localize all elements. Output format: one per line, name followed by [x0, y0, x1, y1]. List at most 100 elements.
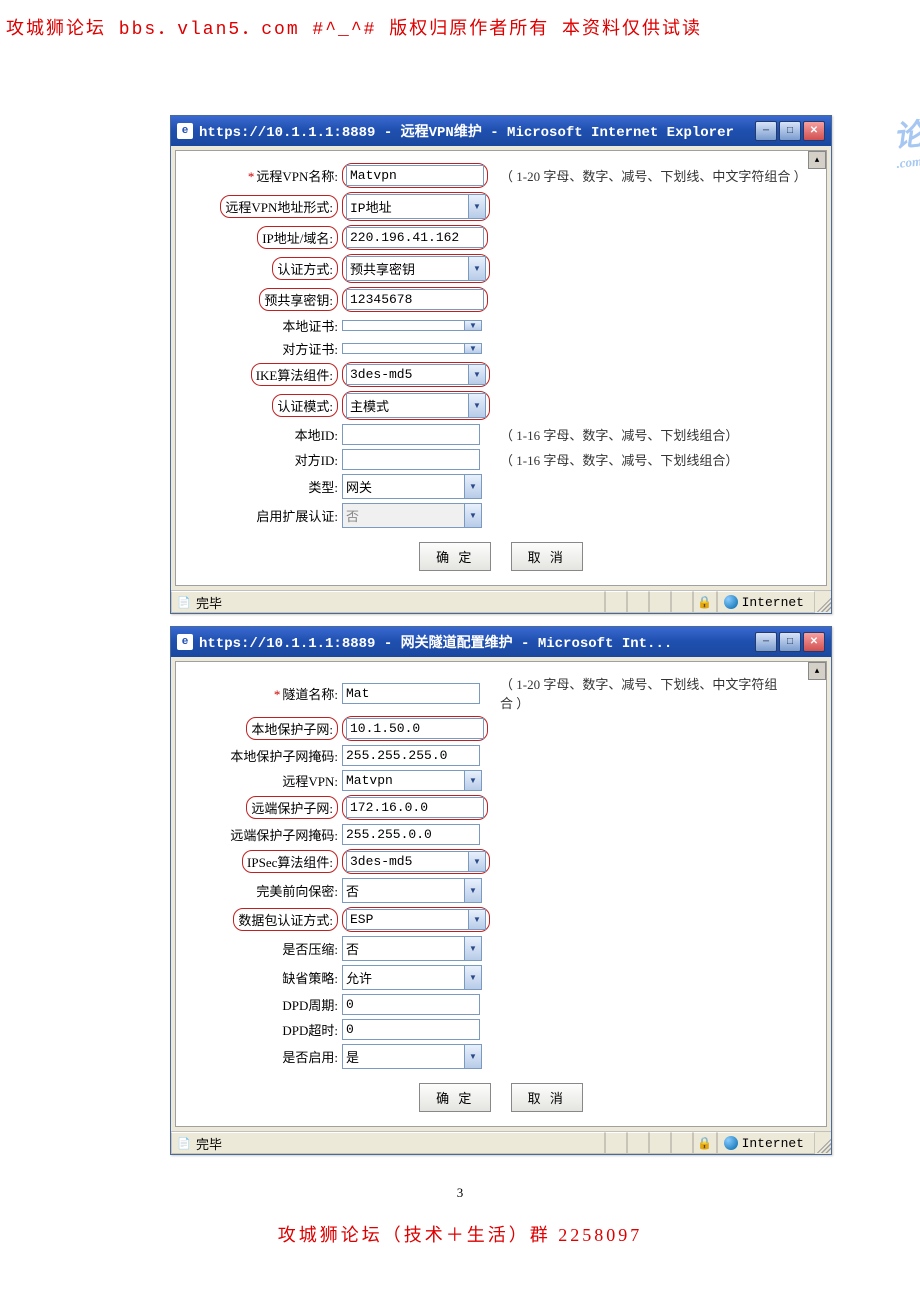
label-ip-domain: IP地址/域名:	[257, 226, 338, 249]
chevron-down-icon: ▼	[464, 966, 481, 989]
titlebar[interactable]: e https://10.1.1.1:8889 - 远程VPN维护 - Micr…	[171, 116, 831, 146]
input-dpd-timeout[interactable]	[342, 1019, 480, 1040]
select-type[interactable]: 网关▼	[342, 474, 482, 499]
chevron-down-icon: ▼	[464, 879, 481, 902]
page-icon: 📄	[176, 1135, 192, 1151]
label-peer-cert: 对方证书:	[282, 342, 338, 357]
statusbar-cell	[671, 591, 693, 613]
select-addr-type[interactable]: IP地址▼	[346, 194, 486, 219]
chevron-down-icon: ▼	[464, 504, 481, 527]
label-dpd-timeout: DPD超时:	[282, 1023, 338, 1038]
cancel-button[interactable]: 取 消	[511, 1083, 583, 1112]
label-auth-mode: 认证模式:	[272, 394, 338, 417]
hint-local-id: （ 1-16 字母、数字、减号、下划线组合）	[500, 428, 738, 443]
window-tunnel-config: e https://10.1.1.1:8889 - 网关隧道配置维护 - Mic…	[170, 626, 832, 1155]
chevron-down-icon: ▼	[468, 195, 485, 218]
content-area: ▴ *远程VPN名称: （ 1-20 字母、数字、减号、下划线、中文字符组合 ）…	[175, 150, 827, 586]
label-local-mask: 本地保护子网掩码:	[230, 749, 338, 764]
input-dpd-period[interactable]	[342, 994, 480, 1015]
select-peer-cert[interactable]: ▼	[342, 343, 482, 354]
statusbar-cell	[605, 591, 627, 613]
chevron-down-icon: ▼	[468, 910, 485, 929]
lock-icon: 🔒	[693, 591, 717, 613]
chevron-down-icon: ▼	[464, 475, 481, 498]
label-ike: IKE算法组件:	[251, 363, 338, 386]
label-type: 类型:	[308, 480, 338, 495]
label-compress: 是否压缩:	[282, 942, 338, 957]
ie-icon: e	[177, 123, 193, 139]
input-remote-subnet[interactable]	[346, 797, 484, 818]
statusbar-cell	[649, 1132, 671, 1154]
label-tunnel-name: 隧道名称:	[282, 687, 338, 702]
input-local-subnet[interactable]	[346, 718, 484, 739]
select-default-policy[interactable]: 允许▼	[342, 965, 482, 990]
label-local-id: 本地ID:	[295, 428, 338, 443]
security-zone: Internet	[717, 591, 815, 613]
page-number: 3	[0, 1185, 920, 1201]
input-peer-id[interactable]	[342, 449, 480, 470]
resize-grip-icon[interactable]	[815, 592, 831, 612]
select-enabled[interactable]: 是▼	[342, 1044, 482, 1069]
chevron-down-icon: ▼	[468, 365, 485, 384]
minimize-button[interactable]: ─	[755, 121, 777, 141]
input-local-mask[interactable]	[342, 745, 480, 766]
maximize-button[interactable]: □	[779, 632, 801, 652]
label-auth-method: 认证方式:	[272, 257, 338, 280]
select-local-cert[interactable]: ▼	[342, 320, 482, 331]
input-tunnel-name[interactable]	[342, 683, 480, 704]
titlebar[interactable]: e https://10.1.1.1:8889 - 网关隧道配置维护 - Mic…	[171, 627, 831, 657]
status-text: 完毕	[196, 1134, 222, 1153]
select-pfs[interactable]: 否▼	[342, 878, 482, 903]
hint-tunnel-name: （ 1-20 字母、数字、减号、下划线、中文字符组合 ）	[500, 674, 780, 712]
ok-button[interactable]: 确 定	[419, 1083, 491, 1112]
label-ipsec: IPSec算法组件:	[242, 850, 338, 873]
label-vpn-name: 远程VPN名称:	[256, 169, 338, 184]
input-ip-domain[interactable]	[346, 227, 484, 248]
select-pkt-auth[interactable]: ESP▼	[346, 909, 486, 930]
hint-vpn-name: （ 1-20 字母、数字、减号、下划线、中文字符组合 ）	[500, 169, 807, 184]
label-pfs: 完美前向保密:	[256, 884, 338, 899]
window-vpn-maintenance: e https://10.1.1.1:8889 - 远程VPN维护 - Micr…	[170, 115, 832, 614]
label-enabled: 是否启用:	[282, 1050, 338, 1065]
select-auth-mode[interactable]: 主模式▼	[346, 393, 486, 418]
close-button[interactable]: ✕	[803, 121, 825, 141]
select-ipsec[interactable]: 3des-md5▼	[346, 851, 486, 872]
window-title: https://10.1.1.1:8889 - 网关隧道配置维护 - Micro…	[199, 632, 755, 652]
vpn-form: *远程VPN名称: （ 1-20 字母、数字、减号、下划线、中文字符组合 ） 远…	[186, 161, 809, 530]
input-local-id[interactable]	[342, 424, 480, 445]
statusbar-cell	[627, 1132, 649, 1154]
window-title: https://10.1.1.1:8889 - 远程VPN维护 - Micros…	[199, 121, 755, 141]
chevron-down-icon: ▼	[468, 394, 485, 417]
hint-peer-id: （ 1-16 字母、数字、减号、下划线组合）	[500, 453, 738, 468]
statusbar-cell	[605, 1132, 627, 1154]
select-remote-vpn[interactable]: Matvpn▼	[342, 770, 482, 791]
label-remote-mask: 远端保护子网掩码:	[230, 828, 338, 843]
select-compress[interactable]: 否▼	[342, 936, 482, 961]
statusbar: 📄 完毕 🔒 Internet	[171, 590, 831, 613]
ok-button[interactable]: 确 定	[419, 542, 491, 571]
globe-icon	[724, 1136, 738, 1150]
maximize-button[interactable]: □	[779, 121, 801, 141]
resize-grip-icon[interactable]	[815, 1133, 831, 1153]
page-footer-watermark: 攻城狮论坛（技术＋生活）群 2258097	[0, 1221, 920, 1257]
input-remote-mask[interactable]	[342, 824, 480, 845]
label-remote-subnet: 远端保护子网:	[246, 796, 338, 819]
select-auth-method[interactable]: 预共享密钥▼	[346, 256, 486, 281]
minimize-button[interactable]: ─	[755, 632, 777, 652]
label-default-policy: 缺省策略:	[282, 971, 338, 986]
select-ike[interactable]: 3des-md5▼	[346, 364, 486, 385]
close-button[interactable]: ✕	[803, 632, 825, 652]
site-watermark: 论坛 .com	[891, 106, 920, 172]
input-psk[interactable]	[346, 289, 484, 310]
chevron-down-icon: ▼	[464, 937, 481, 960]
select-ext-auth: 否▼	[342, 503, 482, 528]
scroll-up-icon[interactable]: ▴	[808, 151, 826, 169]
scroll-up-icon[interactable]: ▴	[808, 662, 826, 680]
input-vpn-name[interactable]	[346, 165, 484, 186]
statusbar-cell	[649, 591, 671, 613]
tunnel-form: *隧道名称: （ 1-20 字母、数字、减号、下划线、中文字符组合 ） 本地保护…	[186, 672, 782, 1071]
globe-icon	[724, 595, 738, 609]
label-pkt-auth: 数据包认证方式:	[233, 908, 338, 931]
chevron-down-icon: ▼	[464, 344, 481, 353]
cancel-button[interactable]: 取 消	[511, 542, 583, 571]
